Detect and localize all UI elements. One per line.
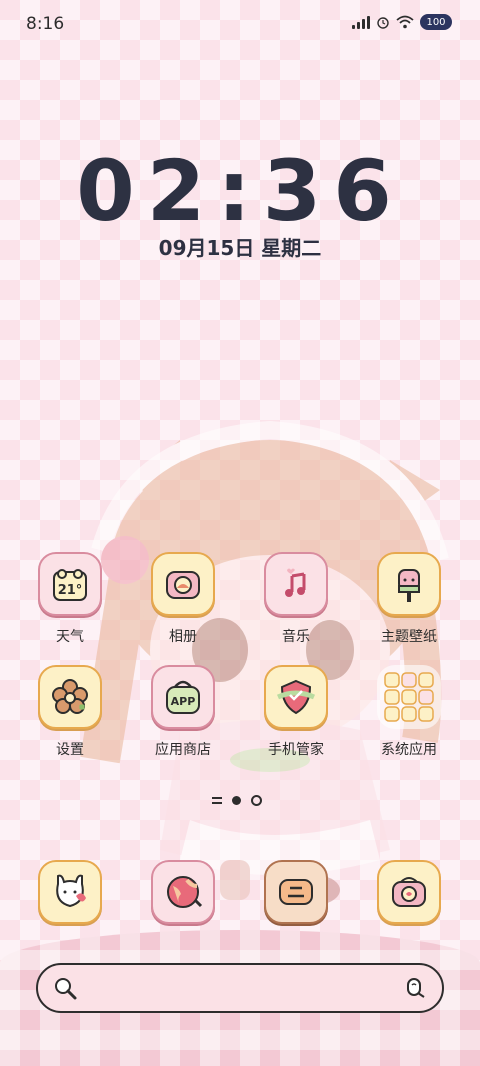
search-icon[interactable]	[52, 975, 78, 1001]
status-bar: 8:16 100	[0, 0, 480, 48]
voice-assistant-icon[interactable]	[402, 975, 428, 1001]
app-system-folder[interactable]: 系统应用	[359, 665, 459, 759]
app-theme-wallpaper[interactable]: 主题壁纸	[359, 552, 459, 646]
messages-icon	[264, 860, 328, 924]
app-settings[interactable]: 设置	[20, 665, 120, 759]
page-dot-active	[232, 796, 241, 805]
app-label: 主题壁纸	[381, 629, 437, 645]
dock-messages[interactable]	[246, 860, 346, 924]
phone-bunny-icon	[38, 860, 102, 924]
weather-calendar-icon: 21°	[38, 552, 102, 616]
clock-time[interactable]: 02:36	[0, 142, 480, 240]
battery-icon: 100	[420, 14, 452, 30]
settings-flower-icon	[38, 665, 102, 729]
dock-phone[interactable]	[20, 860, 120, 924]
page-dot-inactive	[251, 795, 262, 806]
app-weather[interactable]: 21° 天气	[20, 552, 120, 646]
camera-icon	[377, 860, 441, 924]
page-indicator[interactable]	[212, 795, 262, 806]
music-icon	[264, 552, 328, 616]
signal-icon	[352, 15, 370, 29]
theme-wallpaper-icon	[377, 552, 441, 616]
app-music[interactable]: 音乐	[246, 552, 346, 646]
app-label: 应用商店	[155, 742, 211, 758]
app-app-store[interactable]: APP 应用商店	[133, 665, 233, 759]
search-input[interactable]	[88, 979, 392, 997]
system-apps-folder-icon	[377, 665, 441, 729]
app-label: 手机管家	[268, 742, 324, 758]
app-phone-manager[interactable]: 手机管家	[246, 665, 346, 759]
app-label: 音乐	[282, 629, 310, 645]
app-gallery[interactable]: 相册	[133, 552, 233, 646]
status-icons: 100	[352, 14, 452, 30]
app-label: 相册	[169, 629, 197, 645]
weather-temp: 21°	[58, 583, 83, 598]
app-label: 天气	[56, 629, 84, 645]
search-bar[interactable]	[36, 963, 444, 1013]
dock-camera[interactable]	[359, 860, 459, 924]
alarm-icon	[377, 17, 389, 29]
app-store-badge: APP	[171, 695, 196, 708]
status-time: 8:16	[26, 14, 65, 34]
clock-date[interactable]: 09月15日 星期二	[0, 232, 480, 261]
home-screen: 8:16 100 02:36 09月15日 星期二 21° 天气 相册 音乐 主…	[0, 0, 480, 1066]
browser-globe-icon	[151, 860, 215, 924]
page-indicator-menu	[212, 797, 222, 804]
dock-browser[interactable]	[133, 860, 233, 924]
gallery-icon	[151, 552, 215, 616]
app-label: 设置	[56, 742, 84, 758]
phone-manager-shield-icon	[264, 665, 328, 729]
app-store-bag-icon: APP	[151, 665, 215, 729]
app-label: 系统应用	[381, 742, 437, 758]
wifi-icon	[396, 15, 414, 29]
